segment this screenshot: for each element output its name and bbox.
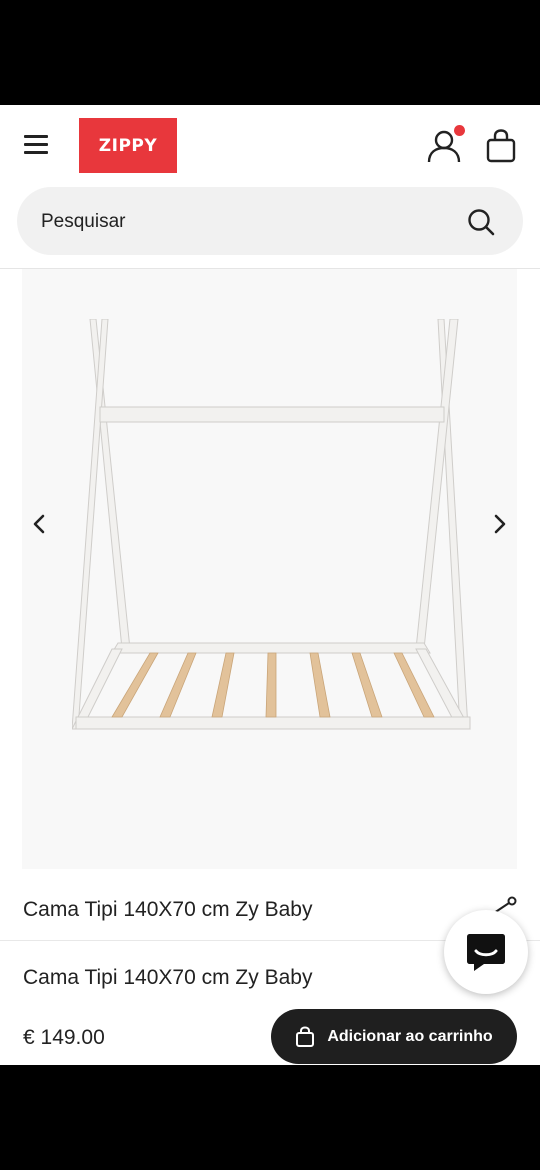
product-price: € 149.00: [23, 1026, 105, 1049]
chevron-right-icon[interactable]: [485, 509, 515, 539]
shopping-bag-icon: [296, 1025, 315, 1047]
add-to-cart-label: Adicionar ao carrinho: [327, 1027, 493, 1045]
chat-button[interactable]: [444, 910, 528, 994]
hamburger-menu-icon[interactable]: [24, 135, 48, 157]
chat-bubble-icon: [467, 934, 505, 971]
zippy-logo[interactable]: ZIPPY: [79, 118, 177, 173]
search-input[interactable]: [39, 187, 443, 257]
product-title: Cama Tipi 140X70 cm Zy Baby: [23, 898, 313, 921]
sticky-product-title: Cama Tipi 140X70 cm Zy Baby: [23, 966, 313, 989]
notification-dot: [454, 125, 465, 136]
chevron-left-icon[interactable]: [24, 509, 54, 539]
shopping-bag-icon[interactable]: [484, 129, 518, 163]
product-page: ZIPPY Pesquisar Cama Tipi 140X70 cm Zy B…: [0, 105, 540, 1065]
search-bar: [17, 187, 523, 257]
search-icon[interactable]: [467, 208, 495, 236]
site-header: ZIPPY: [0, 105, 540, 187]
product-image-gallery[interactable]: 2 / 4: [22, 269, 517, 994]
product-image: [72, 319, 471, 730]
add-to-cart-button[interactable]: Adicionar ao carrinho: [271, 1009, 517, 1064]
